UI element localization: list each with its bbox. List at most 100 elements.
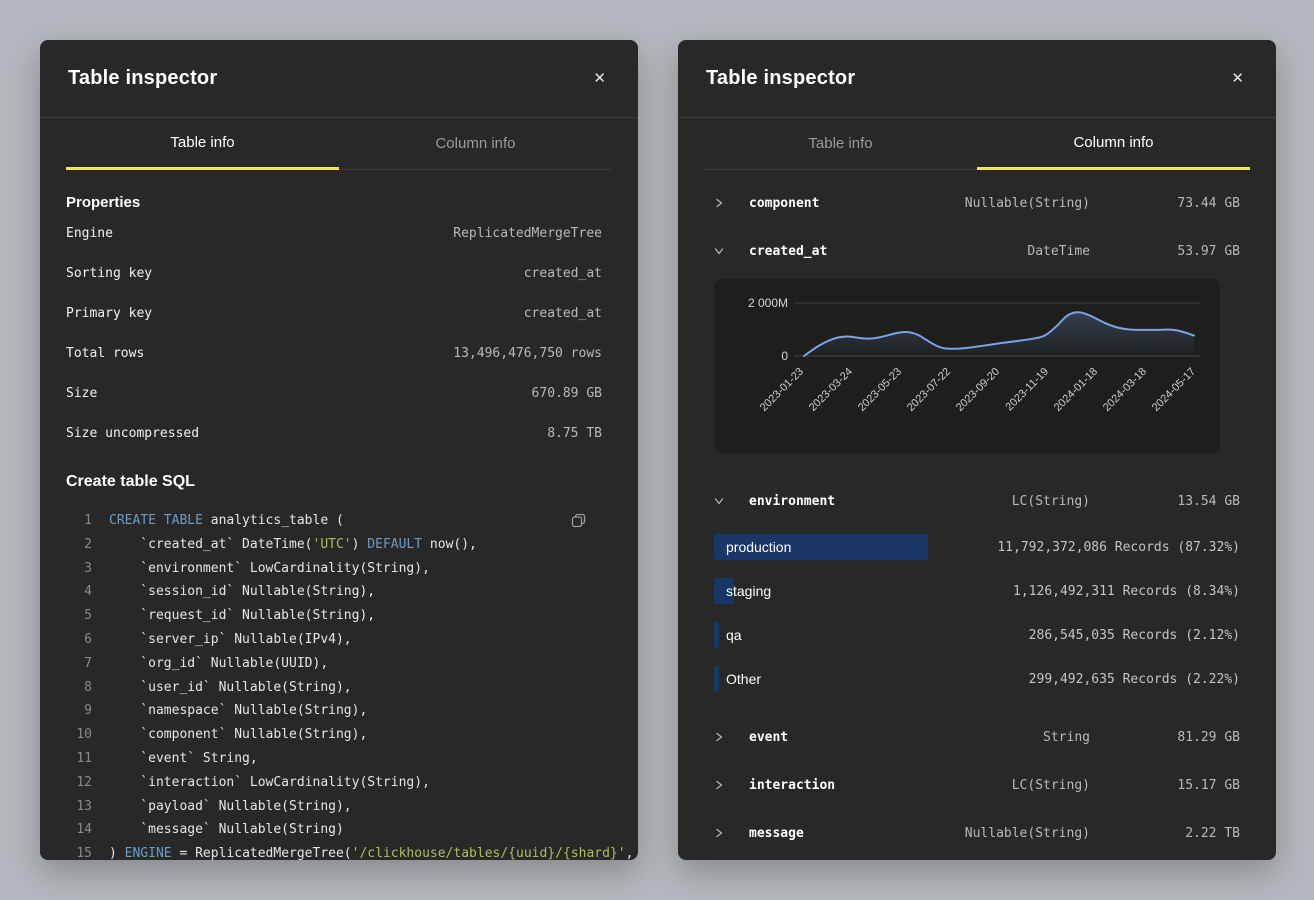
- properties-heading: Properties: [66, 194, 602, 211]
- sql-code-line: 12 `interaction` LowCardinality(String),: [66, 771, 602, 795]
- sql-token-pl: `payload` Nullable(String),: [109, 799, 352, 814]
- line-number: 3: [66, 557, 92, 581]
- sql-token-pl: `user_id` Nullable(String),: [109, 680, 352, 695]
- copy-icon[interactable]: [569, 511, 588, 533]
- value-label: qa: [726, 627, 742, 643]
- properties-list: Engine ReplicatedMergeTree Sorting key c…: [66, 213, 602, 453]
- property-value: created_at: [524, 266, 602, 281]
- sql-token-pl: `request_id` Nullable(String),: [109, 608, 375, 623]
- sql-token-pl: `interaction` LowCardinality(String),: [109, 775, 430, 790]
- table-info-content: Properties Engine ReplicatedMergeTree So…: [40, 194, 638, 860]
- sql-token-pl: ,: [626, 846, 634, 860]
- column-size: 13.54 GB: [1090, 494, 1240, 509]
- column-type: DateTime: [900, 244, 1090, 259]
- sql-token-pl: `org_id` Nullable(UUID),: [109, 656, 328, 671]
- x-axis-tick-label: 2023-05-23: [856, 366, 904, 414]
- column-row-environment[interactable]: environment LC(String) 13.54 GB: [704, 477, 1240, 525]
- sql-code-line: 1CREATE TABLE analytics_table (: [66, 509, 602, 533]
- tab-column-info[interactable]: Column info: [977, 118, 1250, 170]
- environment-value-row: Other 299,492,635 Records (2.22%): [704, 657, 1240, 701]
- sql-code-line: 9 `namespace` Nullable(String),: [66, 699, 602, 723]
- x-axis-tick-label: 2023-03-24: [807, 366, 855, 414]
- sql-code-line: 14 `message` Nullable(String): [66, 818, 602, 842]
- sql-token-pl: `session_id` Nullable(String),: [109, 584, 375, 599]
- environment-value-row: production 11,792,372,086 Records (87.32…: [704, 525, 1240, 569]
- sql-token-pl: `environment` LowCardinality(String),: [109, 561, 430, 576]
- desktop-background: { "colors": { "backdrop": "#b4b7bd", "pa…: [0, 0, 1314, 900]
- close-icon[interactable]: ✕: [1227, 67, 1248, 90]
- column-row-component[interactable]: component Nullable(String) 73.44 GB: [704, 179, 1240, 227]
- dialog-title: Table inspector: [68, 67, 217, 90]
- value-label: staging: [726, 583, 771, 599]
- value-bar-zone: production: [714, 534, 997, 560]
- column-size: 53.97 GB: [1090, 244, 1240, 259]
- value-bar: [714, 622, 719, 648]
- sql-token-pl: `component` Nullable(String),: [109, 727, 367, 742]
- property-value: created_at: [524, 306, 602, 321]
- property-label: Size uncompressed: [66, 426, 199, 441]
- column-row-event[interactable]: event String 81.29 GB: [704, 713, 1240, 761]
- column-size: 2.22 TB: [1090, 826, 1240, 841]
- line-number: 9: [66, 699, 92, 723]
- property-row: Engine ReplicatedMergeTree: [66, 213, 602, 253]
- table-inspector-dialog-column-info: Table inspector ✕ Table info Column info…: [678, 40, 1276, 860]
- column-name: environment: [749, 494, 900, 509]
- close-icon[interactable]: ✕: [589, 67, 610, 90]
- sql-token-str: '/clickhouse/tables/{uuid}/{shard}': [352, 846, 626, 860]
- line-number: 15: [66, 842, 92, 860]
- column-type: Nullable(String): [900, 826, 1090, 841]
- column-name: component: [749, 196, 900, 211]
- sql-code-line: 10 `component` Nullable(String),: [66, 723, 602, 747]
- x-axis-tick-label: 2023-11-19: [1003, 366, 1051, 414]
- property-value: 670.89 GB: [532, 386, 602, 401]
- column-row-message[interactable]: message Nullable(String) 2.22 TB: [704, 809, 1240, 857]
- environment-breakdown: production 11,792,372,086 Records (87.32…: [704, 525, 1240, 701]
- tab-bar: Table info Column info: [704, 118, 1250, 170]
- line-number: 12: [66, 771, 92, 795]
- column-info-content: component Nullable(String) 73.44 GB crea…: [678, 170, 1276, 857]
- tab-table-info[interactable]: Table info: [704, 118, 977, 170]
- code-text: `message` Nullable(String): [109, 818, 344, 842]
- column-type: Nullable(String): [900, 196, 1090, 211]
- property-label: Primary key: [66, 306, 152, 321]
- code-text: `component` Nullable(String),: [109, 723, 367, 747]
- sql-code-line: 8 `user_id` Nullable(String),: [66, 676, 602, 700]
- x-axis-tick-label: 2023-07-22: [905, 366, 953, 414]
- chevron-right-icon: [714, 827, 724, 839]
- value-bar-zone: staging: [714, 578, 1013, 604]
- property-row: Size uncompressed 8.75 TB: [66, 413, 602, 453]
- dialog-title: Table inspector: [706, 67, 855, 90]
- line-number: 13: [66, 795, 92, 819]
- created-at-distribution-chart-card: 2 000M02023-01-232023-03-242023-05-23202…: [714, 279, 1220, 453]
- property-value: ReplicatedMergeTree: [453, 226, 602, 241]
- code-text: CREATE TABLE analytics_table (: [109, 509, 344, 533]
- property-value: 13,496,476,750 rows: [453, 346, 602, 361]
- line-number: 5: [66, 604, 92, 628]
- column-row-created_at[interactable]: created_at DateTime 53.97 GB: [704, 227, 1240, 275]
- tab-column-info[interactable]: Column info: [339, 118, 612, 170]
- code-text: `created_at` DateTime('UTC') DEFAULT now…: [109, 533, 477, 557]
- sql-token-str: 'UTC': [313, 537, 352, 552]
- column-type: LC(String): [900, 494, 1090, 509]
- x-axis-tick-label: 2024-05-17: [1150, 366, 1198, 414]
- sql-code-block: 1CREATE TABLE analytics_table ( 2 `creat…: [66, 509, 602, 860]
- create-table-sql-heading: Create table SQL: [66, 473, 602, 491]
- value-record-count: 286,545,035 Records (2.12%): [1029, 628, 1240, 643]
- column-row-interaction[interactable]: interaction LC(String) 15.17 GB: [704, 761, 1240, 809]
- code-text: `namespace` Nullable(String),: [109, 699, 367, 723]
- property-row: Size 670.89 GB: [66, 373, 602, 413]
- value-label: Other: [726, 671, 761, 687]
- sql-code-line: 6 `server_ip` Nullable(IPv4),: [66, 628, 602, 652]
- sql-code-line: 3 `environment` LowCardinality(String),: [66, 557, 602, 581]
- chevron-right-icon: [714, 779, 724, 791]
- sql-token-kw: DEFAULT: [367, 537, 422, 552]
- tab-table-info[interactable]: Table info: [66, 118, 339, 170]
- sql-token-pl: = ReplicatedMergeTree(: [172, 846, 352, 860]
- sql-token-pl: `message` Nullable(String): [109, 822, 344, 837]
- sql-token-pl: ): [109, 846, 125, 860]
- code-text: `interaction` LowCardinality(String),: [109, 771, 430, 795]
- sql-token-pl: now(),: [422, 537, 477, 552]
- code-text: `environment` LowCardinality(String),: [109, 557, 430, 581]
- code-text: `payload` Nullable(String),: [109, 795, 352, 819]
- x-axis-tick-label: 2024-03-18: [1101, 366, 1149, 414]
